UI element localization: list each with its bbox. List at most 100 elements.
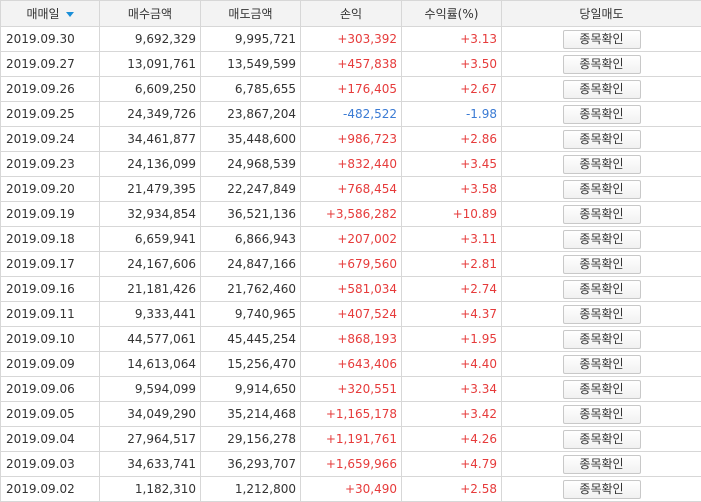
trade-date-cell: 2019.09.17 xyxy=(1,252,100,277)
sell-amount-cell: 1,212,800 xyxy=(201,477,301,502)
sell-amount-cell: 21,762,460 xyxy=(201,277,301,302)
sell-amount-cell: 9,914,650 xyxy=(201,377,301,402)
return-rate-cell: +3.42 xyxy=(402,402,502,427)
confirm-stock-button[interactable]: 종목확인 xyxy=(563,280,641,299)
sell-amount-cell: 35,448,600 xyxy=(201,127,301,152)
confirm-stock-button[interactable]: 종목확인 xyxy=(563,130,641,149)
trade-date-cell: 2019.09.02 xyxy=(1,477,100,502)
day-sell-cell: 종목확인 xyxy=(502,102,701,127)
day-sell-cell: 종목확인 xyxy=(502,352,701,377)
return-rate-cell: +3.13 xyxy=(402,27,502,52)
confirm-stock-button[interactable]: 종목확인 xyxy=(563,455,641,474)
profit-cell: +320,551 xyxy=(301,377,402,402)
return-rate-cell: +4.26 xyxy=(402,427,502,452)
sell-amount-cell: 24,847,166 xyxy=(201,252,301,277)
sell-amount-cell: 23,867,204 xyxy=(201,102,301,127)
table-row: 2019.09.18 6,659,941 6,866,943 +207,002 … xyxy=(1,227,701,252)
trade-date-cell: 2019.09.26 xyxy=(1,77,100,102)
day-sell-cell: 종목확인 xyxy=(502,327,701,352)
confirm-stock-button[interactable]: 종목확인 xyxy=(563,105,641,124)
profit-cell: +303,392 xyxy=(301,27,402,52)
sell-amount-cell: 9,740,965 xyxy=(201,302,301,327)
confirm-stock-button[interactable]: 종목확인 xyxy=(563,55,641,74)
trade-date-cell: 2019.09.30 xyxy=(1,27,100,52)
confirm-stock-button[interactable]: 종목확인 xyxy=(563,480,641,499)
trade-history-table: 매매일 매수금액 매도금액 손익 수익률(%) 당일매도 2019.09.30 … xyxy=(0,0,701,502)
trade-date-cell: 2019.09.04 xyxy=(1,427,100,452)
trade-date-cell: 2019.09.19 xyxy=(1,202,100,227)
table-row: 2019.09.16 21,181,426 21,762,460 +581,03… xyxy=(1,277,701,302)
profit-cell: -482,522 xyxy=(301,102,402,127)
table-row: 2019.09.20 21,479,395 22,247,849 +768,45… xyxy=(1,177,701,202)
day-sell-cell: 종목확인 xyxy=(502,77,701,102)
sell-amount-cell: 22,247,849 xyxy=(201,177,301,202)
day-sell-cell: 종목확인 xyxy=(502,127,701,152)
table-row: 2019.09.11 9,333,441 9,740,965 +407,524 … xyxy=(1,302,701,327)
buy-amount-cell: 21,479,395 xyxy=(100,177,201,202)
buy-amount-cell: 27,964,517 xyxy=(100,427,201,452)
confirm-stock-button[interactable]: 종목확인 xyxy=(563,430,641,449)
trade-date-cell: 2019.09.18 xyxy=(1,227,100,252)
table-header-row: 매매일 매수금액 매도금액 손익 수익률(%) 당일매도 xyxy=(1,1,701,27)
trade-date-cell: 2019.09.05 xyxy=(1,402,100,427)
confirm-stock-button[interactable]: 종목확인 xyxy=(563,380,641,399)
confirm-stock-button[interactable]: 종목확인 xyxy=(563,230,641,249)
buy-amount-cell: 6,659,941 xyxy=(100,227,201,252)
buy-amount-cell: 24,167,606 xyxy=(100,252,201,277)
trade-date-cell: 2019.09.09 xyxy=(1,352,100,377)
return-rate-cell: -1.98 xyxy=(402,102,502,127)
header-sell-amount: 매도금액 xyxy=(201,1,301,27)
day-sell-cell: 종목확인 xyxy=(502,377,701,402)
header-trade-date[interactable]: 매매일 xyxy=(1,1,100,27)
profit-cell: +1,191,761 xyxy=(301,427,402,452)
sell-amount-cell: 15,256,470 xyxy=(201,352,301,377)
profit-cell: +207,002 xyxy=(301,227,402,252)
confirm-stock-button[interactable]: 종목확인 xyxy=(563,80,641,99)
confirm-stock-button[interactable]: 종목확인 xyxy=(563,30,641,49)
return-rate-cell: +3.45 xyxy=(402,152,502,177)
table-row: 2019.09.09 14,613,064 15,256,470 +643,40… xyxy=(1,352,701,377)
caret-down-icon[interactable] xyxy=(66,12,74,17)
trade-date-cell: 2019.09.24 xyxy=(1,127,100,152)
trade-date-cell: 2019.09.25 xyxy=(1,102,100,127)
table-row: 2019.09.23 24,136,099 24,968,539 +832,44… xyxy=(1,152,701,177)
return-rate-cell: +1.95 xyxy=(402,327,502,352)
buy-amount-cell: 34,633,741 xyxy=(100,452,201,477)
confirm-stock-button[interactable]: 종목확인 xyxy=(563,330,641,349)
buy-amount-cell: 14,613,064 xyxy=(100,352,201,377)
trade-date-cell: 2019.09.06 xyxy=(1,377,100,402)
return-rate-cell: +2.86 xyxy=(402,127,502,152)
return-rate-cell: +3.58 xyxy=(402,177,502,202)
profit-cell: +868,193 xyxy=(301,327,402,352)
confirm-stock-button[interactable]: 종목확인 xyxy=(563,405,641,424)
day-sell-cell: 종목확인 xyxy=(502,52,701,77)
buy-amount-cell: 32,934,854 xyxy=(100,202,201,227)
confirm-stock-button[interactable]: 종목확인 xyxy=(563,255,641,274)
return-rate-cell: +4.37 xyxy=(402,302,502,327)
confirm-stock-button[interactable]: 종목확인 xyxy=(563,180,641,199)
sell-amount-cell: 45,445,254 xyxy=(201,327,301,352)
table-row: 2019.09.25 24,349,726 23,867,204 -482,52… xyxy=(1,102,701,127)
confirm-stock-button[interactable]: 종목확인 xyxy=(563,305,641,324)
day-sell-cell: 종목확인 xyxy=(502,202,701,227)
confirm-stock-button[interactable]: 종목확인 xyxy=(563,355,641,374)
return-rate-cell: +10.89 xyxy=(402,202,502,227)
buy-amount-cell: 34,461,877 xyxy=(100,127,201,152)
header-buy-amount: 매수금액 xyxy=(100,1,201,27)
day-sell-cell: 종목확인 xyxy=(502,27,701,52)
confirm-stock-button[interactable]: 종목확인 xyxy=(563,155,641,174)
return-rate-cell: +2.74 xyxy=(402,277,502,302)
profit-cell: +3,586,282 xyxy=(301,202,402,227)
sell-amount-cell: 6,866,943 xyxy=(201,227,301,252)
confirm-stock-button[interactable]: 종목확인 xyxy=(563,205,641,224)
table-body: 2019.09.30 9,692,329 9,995,721 +303,392 … xyxy=(1,27,701,502)
header-day-sell: 당일매도 xyxy=(502,1,701,27)
profit-cell: +1,659,966 xyxy=(301,452,402,477)
header-profit: 손익 xyxy=(301,1,402,27)
day-sell-cell: 종목확인 xyxy=(502,427,701,452)
buy-amount-cell: 13,091,761 xyxy=(100,52,201,77)
table-row: 2019.09.04 27,964,517 29,156,278 +1,191,… xyxy=(1,427,701,452)
buy-amount-cell: 9,692,329 xyxy=(100,27,201,52)
profit-cell: +407,524 xyxy=(301,302,402,327)
buy-amount-cell: 44,577,061 xyxy=(100,327,201,352)
